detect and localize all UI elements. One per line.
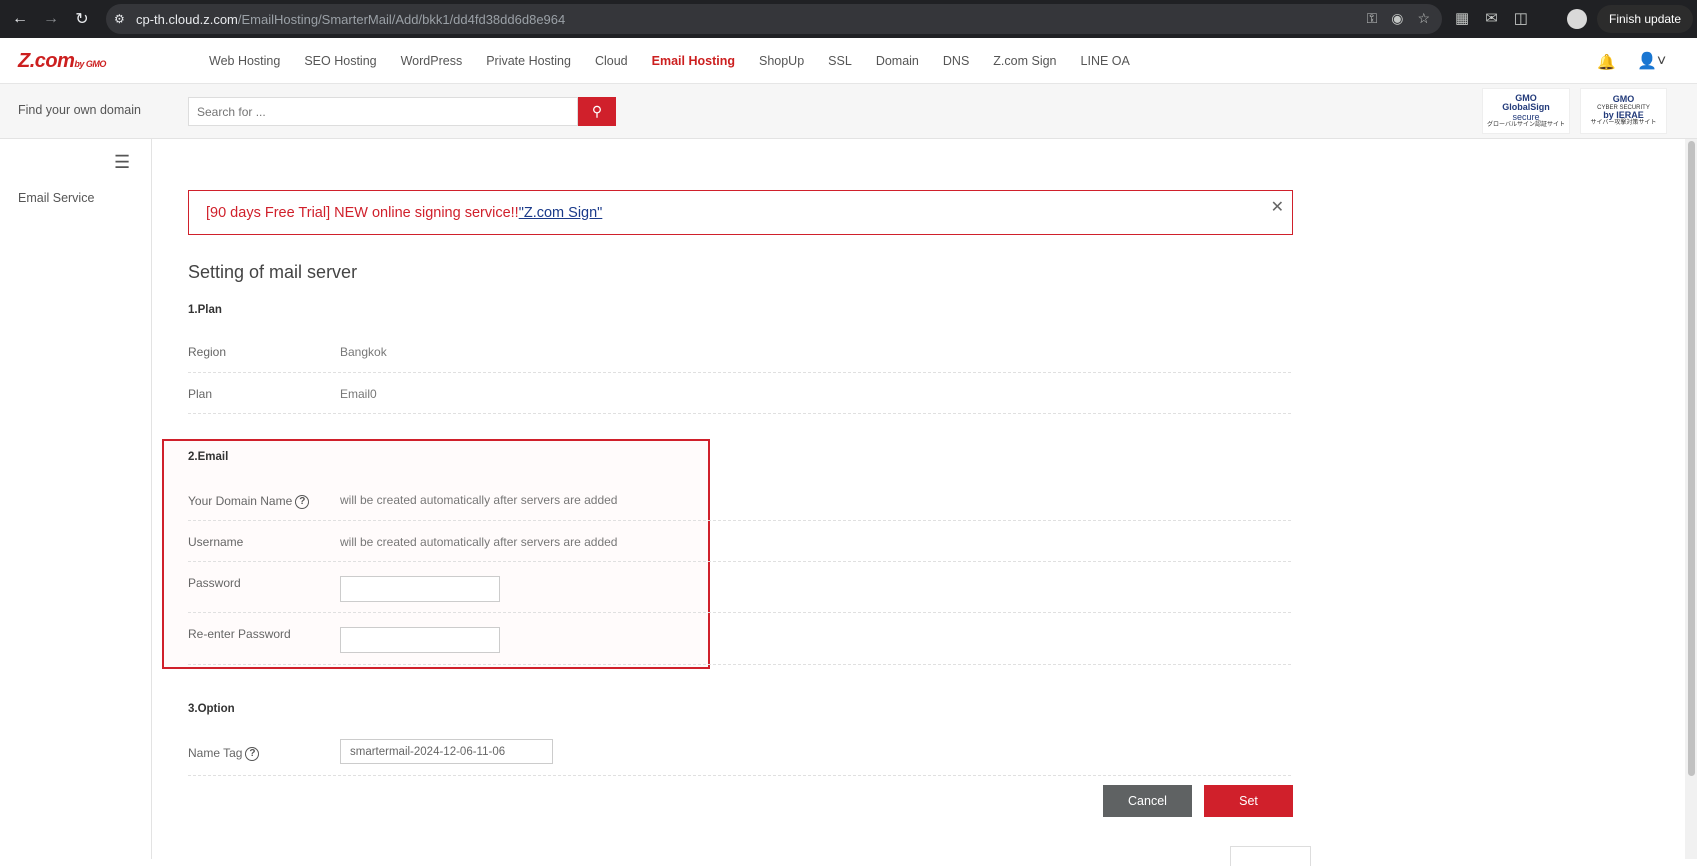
badge1-bot: secure — [1512, 111, 1540, 122]
logo-sub: by GMO — [74, 59, 106, 69]
sidebar-item-email-service[interactable]: Email Service — [18, 191, 94, 205]
eye-off-icon[interactable]: ◉ — [1391, 10, 1403, 27]
name-tag-label: Name Tag? — [188, 746, 260, 761]
username-row: Username will be created automatically a… — [188, 521, 1291, 562]
banner-link[interactable]: "Z.com Sign" — [519, 205, 603, 221]
cancel-button[interactable]: Cancel — [1103, 785, 1192, 817]
menu-item-private-hosting[interactable]: Private Hosting — [486, 54, 571, 68]
domain-name-value: will be created automatically after serv… — [340, 493, 618, 507]
find-domain-label: Find your own domain — [18, 103, 141, 117]
menu-item-shopup[interactable]: ShopUp — [759, 54, 804, 68]
domain-name-row: Your Domain Name? will be created automa… — [188, 480, 1291, 521]
address-bar[interactable]: ⚙ cp-th.cloud.z.com/EmailHosting/Smarter… — [106, 4, 1442, 34]
promo-banner: [90 days Free Trial] NEW online signing … — [188, 190, 1293, 235]
close-icon[interactable]: ✕ — [1271, 197, 1284, 217]
search-icon: ⚲ — [591, 103, 603, 119]
search-button[interactable]: ⚲ — [578, 97, 616, 126]
sidebar: ☰ Email Service — [0, 139, 152, 859]
name-tag-input[interactable] — [340, 739, 553, 764]
menu-item-web-hosting[interactable]: Web Hosting — [209, 54, 280, 68]
translate-icon[interactable]: ▦ — [1455, 9, 1469, 27]
menu-item-line-oa[interactable]: LINE OA — [1081, 54, 1130, 68]
domain-search-input[interactable] — [188, 97, 578, 126]
zcom-logo[interactable]: Z.comby GMO — [18, 50, 106, 73]
menu-item-cloud[interactable]: Cloud — [595, 54, 628, 68]
user-icon[interactable]: 👤˅ — [1637, 51, 1666, 71]
password-label: Password — [188, 576, 241, 590]
url-text[interactable]: cp-th.cloud.z.com/EmailHosting/SmarterMa… — [136, 12, 565, 27]
badge1-small: グローバルサイン認証サイト — [1487, 122, 1565, 128]
logo-text: Z.com — [18, 50, 75, 72]
star-icon[interactable]: ☆ — [1417, 10, 1430, 27]
badge2-top: GMO — [1612, 94, 1635, 105]
plan-value: Email0 — [340, 387, 377, 401]
menu-item-z-com-sign[interactable]: Z.com Sign — [993, 54, 1056, 68]
globalsign-badge[interactable]: GMO GlobalSign secure グローバルサイン認証サイト — [1482, 88, 1570, 134]
domain-name-label-text: Your Domain Name — [188, 494, 293, 508]
site-settings-icon[interactable]: ⚙ — [114, 12, 128, 26]
name-tag-label-text: Name Tag — [188, 746, 243, 760]
region-label: Region — [188, 345, 227, 359]
username-value: will be created automatically after serv… — [340, 535, 618, 549]
url-path: /EmailHosting/SmarterMail/Add/bkk1/dd4fd… — [237, 11, 566, 27]
url-host: cp-th.cloud.z.com — [136, 11, 238, 27]
set-button[interactable]: Set — [1204, 785, 1293, 817]
hamburger-menu-icon[interactable]: ☰ — [114, 152, 130, 173]
menu-item-wordpress[interactable]: WordPress — [401, 54, 463, 68]
banner-text: [90 days Free Trial] NEW online signing … — [206, 204, 519, 221]
scrollbar-thumb[interactable] — [1688, 141, 1695, 776]
domain-name-label: Your Domain Name? — [188, 494, 310, 509]
profile-icon[interactable] — [1567, 9, 1587, 29]
domain-search-bar: Find your own domain ⚲ GMO GlobalSign se… — [0, 84, 1697, 139]
repassword-input[interactable] — [340, 627, 500, 653]
bell-icon[interactable]: 🔔 — [1597, 53, 1616, 71]
reload-icon[interactable]: ↻ — [71, 8, 93, 30]
help-icon[interactable]: ? — [295, 495, 310, 509]
username-label: Username — [188, 535, 244, 549]
section-email-title: 2.Email — [188, 451, 229, 463]
page-title: Setting of mail server — [188, 262, 358, 282]
forward-arrow-icon[interactable]: → — [40, 8, 62, 30]
help-icon[interactable]: ? — [245, 747, 260, 761]
site-header: Z.comby GMO Web Hosting SEO Hosting WordPr… — [0, 38, 1697, 84]
extension-icon[interactable]: ✉ — [1485, 9, 1498, 27]
back-arrow-icon[interactable]: ← — [9, 8, 31, 30]
partial-button[interactable] — [1230, 846, 1311, 866]
section-plan-title: 1.Plan — [188, 304, 222, 316]
password-input[interactable] — [340, 576, 500, 602]
menu-item-seo-hosting[interactable]: SEO Hosting — [304, 54, 376, 68]
menu-item-email-hosting[interactable]: Email Hosting — [652, 54, 735, 68]
finish-update-button[interactable]: Finish update — [1597, 5, 1694, 33]
cybersecurity-badge[interactable]: GMO CYBER SECURITY by IERAE サイバー攻撃対策サイト — [1580, 88, 1667, 134]
region-value: Bangkok — [340, 345, 387, 359]
key-icon[interactable]: ⚿ — [1367, 10, 1378, 27]
browser-toolbar: ← → ↻ ⚙ cp-th.cloud.z.com/EmailHosting/S… — [0, 0, 1697, 38]
main-menu: Web Hosting SEO Hosting WordPress Private H… — [209, 38, 1154, 84]
puzzle-icon[interactable]: ◫ — [1514, 9, 1528, 27]
section-option-title: 3.Option — [188, 703, 235, 715]
menu-item-domain[interactable]: Domain — [876, 54, 919, 68]
menu-item-dns[interactable]: DNS — [943, 54, 969, 68]
menu-item-ssl[interactable]: SSL — [828, 54, 852, 68]
repassword-label: Re-enter Password — [188, 627, 291, 641]
plan-row: Plan Email0 — [188, 376, 1291, 414]
plan-label: Plan — [188, 387, 213, 401]
region-row: Region Bangkok — [188, 335, 1291, 373]
badge2-small: サイバー攻撃対策サイト — [1590, 120, 1657, 127]
